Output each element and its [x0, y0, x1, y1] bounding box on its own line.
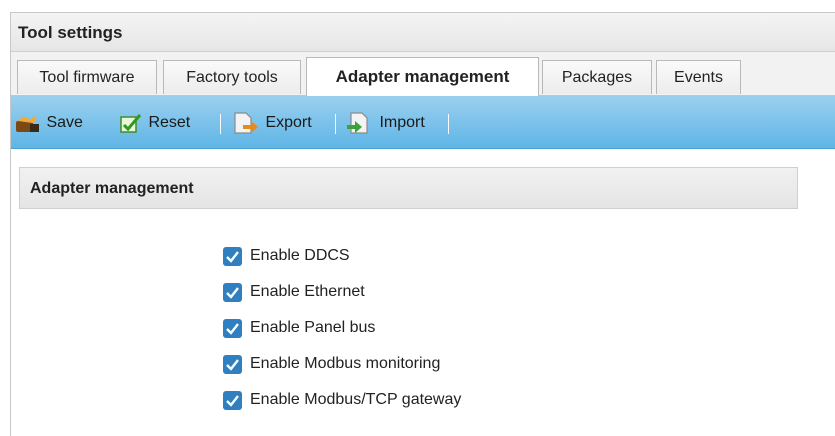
option-label: Enable Panel bus [250, 319, 376, 336]
toolbar-divider [220, 114, 221, 134]
enable-modbus-tcp-gateway-checkbox[interactable] [223, 391, 242, 410]
tab-events[interactable]: Events [656, 60, 741, 94]
import-label: Import [379, 114, 425, 131]
tab-packages[interactable]: Packages [542, 60, 652, 94]
option-label: Enable Modbus/TCP gateway [250, 391, 462, 408]
checkmark-icon [226, 323, 239, 335]
checkmark-icon [226, 251, 239, 263]
adapter-management-panel-header: Adapter management [19, 167, 798, 209]
export-icon [234, 112, 258, 134]
export-button[interactable]: Export [231, 96, 312, 148]
option-label: Enable Ethernet [250, 283, 365, 300]
toolbar-divider [335, 114, 336, 134]
window-title: Tool settings [11, 13, 835, 52]
tab-adapter-management[interactable]: Adapter management [306, 57, 539, 96]
toolbar-divider [448, 114, 449, 134]
export-label: Export [265, 114, 312, 131]
toolbar: Save Reset Export Import [11, 96, 835, 149]
save-icon [16, 115, 39, 132]
reset-button[interactable]: Reset [118, 96, 190, 148]
checkmark-icon [226, 359, 239, 371]
checkmark-icon [226, 287, 239, 299]
tab-tool-firmware[interactable]: Tool firmware [17, 60, 157, 94]
checkmark-icon [226, 395, 239, 407]
reset-label: Reset [148, 114, 191, 131]
tab-bar: Tool firmware Factory tools Adapter mana… [11, 52, 835, 96]
option-label: Enable Modbus monitoring [250, 355, 441, 372]
enable-modbus-monitoring-checkbox[interactable] [223, 355, 242, 374]
enable-ddcs-checkbox[interactable] [223, 247, 242, 266]
enable-ethernet-checkbox[interactable] [223, 283, 242, 302]
option-label: Enable DDCS [250, 247, 350, 264]
reset-icon [120, 113, 142, 133]
save-label: Save [46, 114, 83, 131]
panel-title: Adapter management [30, 180, 194, 197]
save-button[interactable]: Save [14, 96, 83, 148]
tab-factory-tools[interactable]: Factory tools [163, 60, 301, 94]
import-icon [347, 112, 368, 134]
import-button[interactable]: Import [345, 96, 425, 148]
enable-panel-bus-checkbox[interactable] [223, 319, 242, 338]
